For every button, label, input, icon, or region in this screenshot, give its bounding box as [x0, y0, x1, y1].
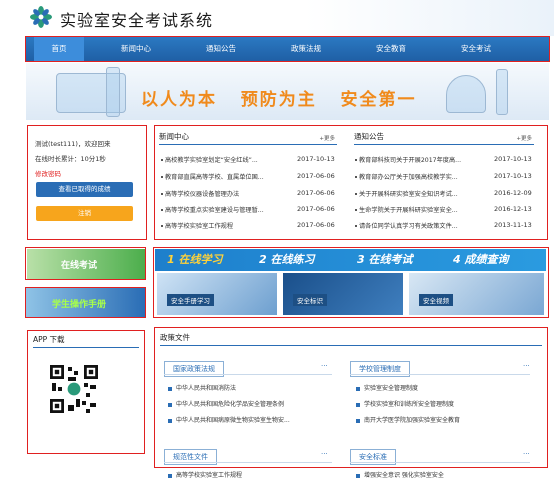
policy-item[interactable]: 学校实验室和训练所安全管理制度: [356, 399, 454, 408]
notice-date: 2016-12-09: [494, 189, 532, 197]
view-scores-button[interactable]: 查看已取得的成绩: [36, 182, 133, 197]
policy-item[interactable]: 南开大学医学院加强实验室安全教育: [356, 415, 460, 424]
news-item[interactable]: 高等学校重点实验室建设与管理暂...: [161, 205, 283, 214]
news-date: 2017-06-06: [297, 189, 335, 197]
news-date: 2017-06-06: [297, 172, 335, 180]
divider: [350, 374, 530, 375]
divider: [350, 462, 530, 463]
news-item[interactable]: 高校教学实验室划定“安全红线”...: [161, 155, 283, 164]
notice-date: 2017-10-13: [494, 172, 532, 180]
notice-item[interactable]: 教育部办公厅关于加强高校教学实...: [355, 172, 480, 181]
news-title: 新闻中心: [159, 132, 189, 141]
news-date: 2017-10-13: [297, 155, 335, 163]
news-more-link[interactable]: +更多: [319, 134, 335, 142]
online-exam-highlight: [25, 247, 146, 280]
header: 实验室安全考试系统: [0, 0, 554, 36]
policy-header: 政策文件: [160, 332, 542, 346]
notice-item[interactable]: 请各位同学认真学习有关政策文件...: [355, 221, 480, 230]
steps-highlight: [153, 247, 549, 318]
policy-item[interactable]: 中华人民共和国病原微生物实验室生物安...: [168, 415, 290, 424]
notice-date: 2016-12-13: [494, 205, 532, 213]
policy-item[interactable]: 中华人民共和国消防法: [168, 383, 236, 392]
logout-button[interactable]: 注销: [36, 206, 133, 221]
notice-title: 通知公告: [354, 132, 384, 141]
news-item[interactable]: 高等学校仪器设备管理办法: [161, 189, 283, 198]
news-item[interactable]: 教育部直属高等学校、直属单位国...: [161, 172, 283, 181]
online-duration: 在线时长累计：10分1秒: [35, 155, 106, 163]
notice-more-link[interactable]: +更多: [516, 134, 532, 142]
nav-highlight: [25, 36, 550, 62]
app-download-title: APP 下载: [33, 334, 139, 348]
policy-item[interactable]: 实验室安全管理制度: [356, 383, 418, 392]
policy-panel: [154, 327, 548, 468]
notice-item[interactable]: 教育部科技司关于开展2017年度高...: [355, 155, 480, 164]
national-more-link[interactable]: ···: [321, 362, 328, 370]
divider: [164, 374, 332, 375]
news-date: 2017-06-06: [297, 205, 335, 213]
test-tube: [496, 69, 508, 115]
policy-item[interactable]: 中华人民共和国危险化学品安全管理条例: [168, 399, 284, 408]
user-greeting: 测试(test111)，欢迎回来: [35, 140, 111, 148]
banner-slogan: 以人为本 预防为主 安全第一: [141, 90, 417, 110]
test-tube: [106, 67, 120, 117]
flask: [446, 75, 486, 113]
qr-code-icon[interactable]: [50, 365, 98, 413]
news-date: 2017-06-06: [297, 221, 335, 229]
policy-item[interactable]: 高等学校实验室工作规程: [168, 470, 242, 479]
student-manual-highlight: [25, 287, 146, 318]
notice-item[interactable]: 生命学院关于开展科研实验室安全...: [355, 205, 480, 214]
news-header: 新闻中心 +更多: [159, 131, 337, 145]
notice-date: 2017-10-13: [494, 155, 532, 163]
notice-date: 2013-11-13: [494, 221, 532, 229]
policy-item[interactable]: 增强安全意识 强化实验室安全: [356, 470, 444, 479]
app-title: 实验室安全考试系统: [60, 11, 214, 30]
change-password-link[interactable]: 修改密码: [35, 168, 61, 178]
standards-more-link[interactable]: ···: [523, 450, 530, 458]
school-more-link[interactable]: ···: [523, 362, 530, 370]
norms-more-link[interactable]: ···: [321, 450, 328, 458]
logo-icon: [30, 6, 52, 28]
notice-header: 通知公告 +更多: [354, 131, 534, 145]
notice-item[interactable]: 关于开展科研实验室安全知识考试...: [355, 189, 480, 198]
divider: [164, 462, 332, 463]
news-item[interactable]: 高等学校实验室工作规程: [161, 221, 283, 230]
banner: 以人为本 预防为主 安全第一: [26, 63, 549, 120]
